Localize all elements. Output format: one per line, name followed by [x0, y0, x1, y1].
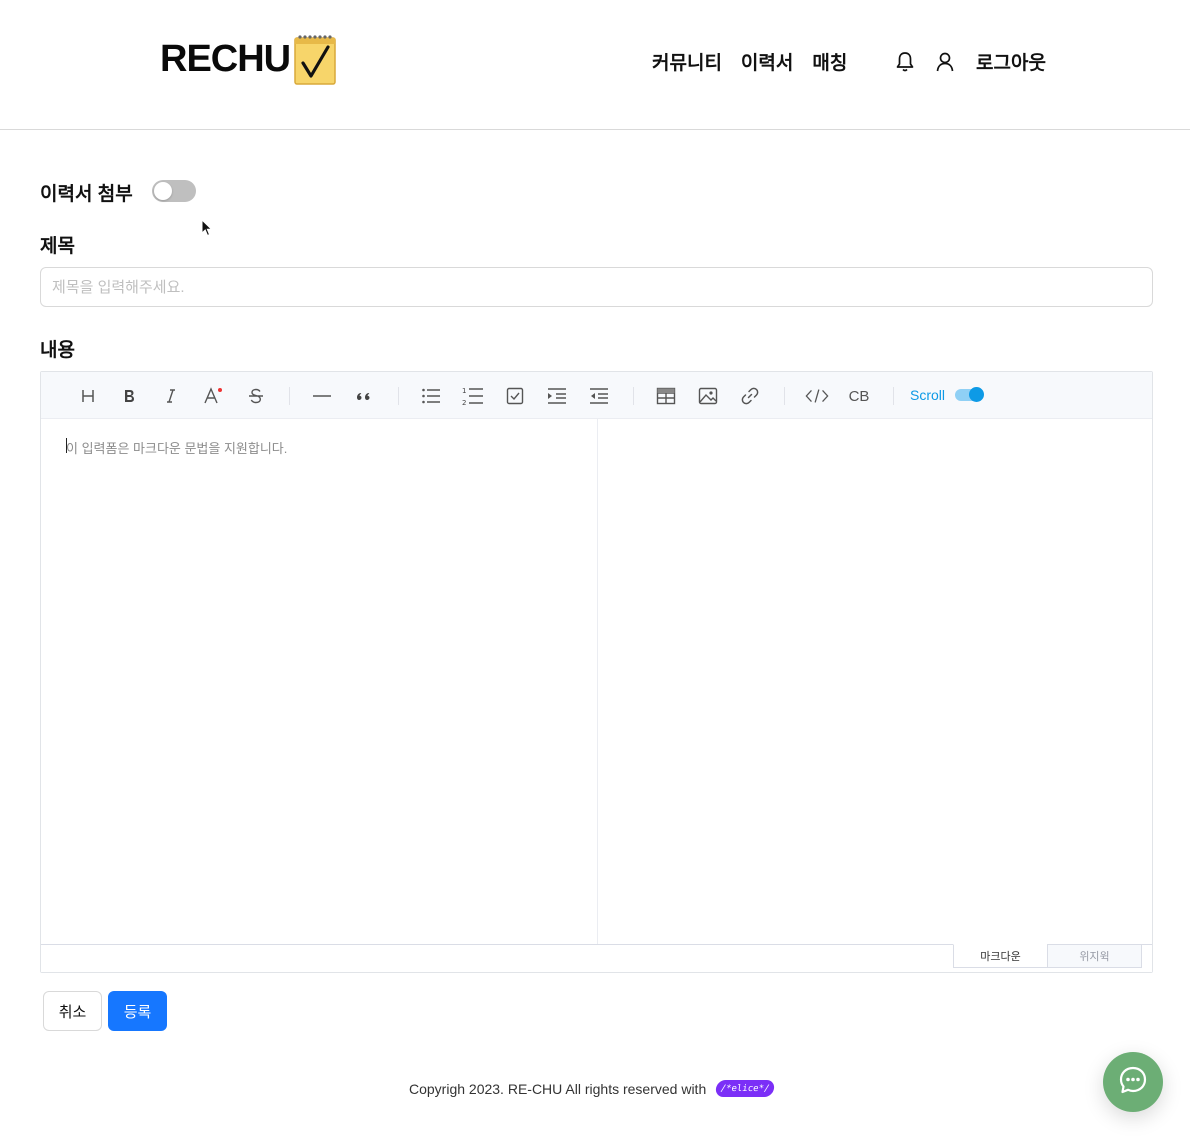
heading-icon[interactable]: [76, 384, 100, 408]
image-icon[interactable]: [696, 384, 720, 408]
resume-attach-label: 이력서 첨부: [40, 184, 133, 205]
indent-icon[interactable]: [545, 384, 569, 408]
scroll-sync-toggle[interactable]: [955, 387, 984, 402]
toolbar-divider: [893, 387, 894, 405]
cancel-button[interactable]: 취소: [43, 991, 102, 1031]
header-actions: 로그아웃: [894, 48, 1046, 75]
toolbar-divider: [784, 387, 785, 405]
horizontal-rule-icon[interactable]: [310, 384, 334, 408]
submit-button[interactable]: 등록: [108, 991, 167, 1031]
table-icon[interactable]: [654, 384, 678, 408]
toolbar-divider: [633, 387, 634, 405]
nav-matching[interactable]: 매칭: [812, 48, 847, 75]
title-input[interactable]: [40, 267, 1153, 307]
notepad-check-icon: [294, 33, 336, 85]
resume-attach-toggle[interactable]: [152, 180, 196, 202]
outdent-icon[interactable]: [587, 384, 611, 408]
markdown-input-pane[interactable]: 이 입력폼은 마크다운 문법을 지원합니다.: [41, 419, 598, 944]
toolbar-divider: [398, 387, 399, 405]
codeblock-icon[interactable]: CB: [847, 384, 871, 408]
main-nav: 커뮤니티 이력서 매칭: [652, 48, 847, 75]
copyright-text: Copyrigh 2023. RE-CHU All rights reserve…: [409, 1080, 707, 1097]
preview-pane: [598, 419, 1152, 944]
page-footer: Copyrigh 2023. RE-CHU All rights reserve…: [409, 1080, 776, 1097]
chat-button[interactable]: [1103, 1052, 1163, 1112]
code-icon[interactable]: [805, 384, 829, 408]
top-header: RECHU 커뮤니티 이력서 매칭 로그아웃: [0, 0, 1190, 130]
elice-badge: /*elice*/: [715, 1080, 776, 1097]
nav-community[interactable]: 커뮤니티: [652, 48, 722, 75]
task-list-icon[interactable]: [503, 384, 527, 408]
italic-icon[interactable]: [159, 384, 183, 408]
editor-toolbar: 12 CB Scroll: [41, 372, 1152, 419]
title-label: 제목: [40, 236, 75, 257]
text-caret: [66, 438, 67, 453]
chat-bubble-icon: [1118, 1065, 1148, 1100]
mouse-pointer-icon: [201, 218, 213, 242]
toolbar-divider: [289, 387, 290, 405]
bold-icon[interactable]: [117, 384, 141, 408]
bullet-list-icon[interactable]: [419, 384, 443, 408]
toggle-knob: [969, 387, 984, 402]
bell-icon[interactable]: [894, 50, 916, 74]
editor-mode-switch: 마크다운 위지윅: [41, 944, 1152, 972]
scroll-sync-label: Scroll: [910, 387, 946, 403]
link-icon[interactable]: [738, 384, 762, 408]
quote-icon[interactable]: [352, 384, 376, 408]
toggle-knob: [154, 182, 172, 200]
svg-text:1: 1: [462, 387, 466, 395]
content-label: 내용: [40, 340, 75, 361]
wysiwyg-mode-tab[interactable]: 위지윅: [1047, 944, 1142, 968]
user-icon[interactable]: [934, 50, 956, 74]
markdown-mode-tab[interactable]: 마크다운: [953, 944, 1048, 968]
nav-resume[interactable]: 이력서: [741, 48, 793, 75]
ordered-list-icon[interactable]: 12: [461, 384, 485, 408]
logo-text: RECHU: [160, 37, 291, 80]
markdown-editor: 12 CB Scroll 이 입력폼은 마크다운 문법을 지원합니다. 마크다운…: [40, 371, 1153, 973]
strike-icon[interactable]: [244, 384, 268, 408]
site-logo[interactable]: RECHU: [160, 32, 336, 86]
text-color-icon[interactable]: [201, 384, 225, 408]
logout-button[interactable]: 로그아웃: [976, 48, 1046, 75]
svg-text:2: 2: [462, 399, 466, 406]
editor-placeholder: 이 입력폼은 마크다운 문법을 지원합니다.: [66, 441, 288, 456]
